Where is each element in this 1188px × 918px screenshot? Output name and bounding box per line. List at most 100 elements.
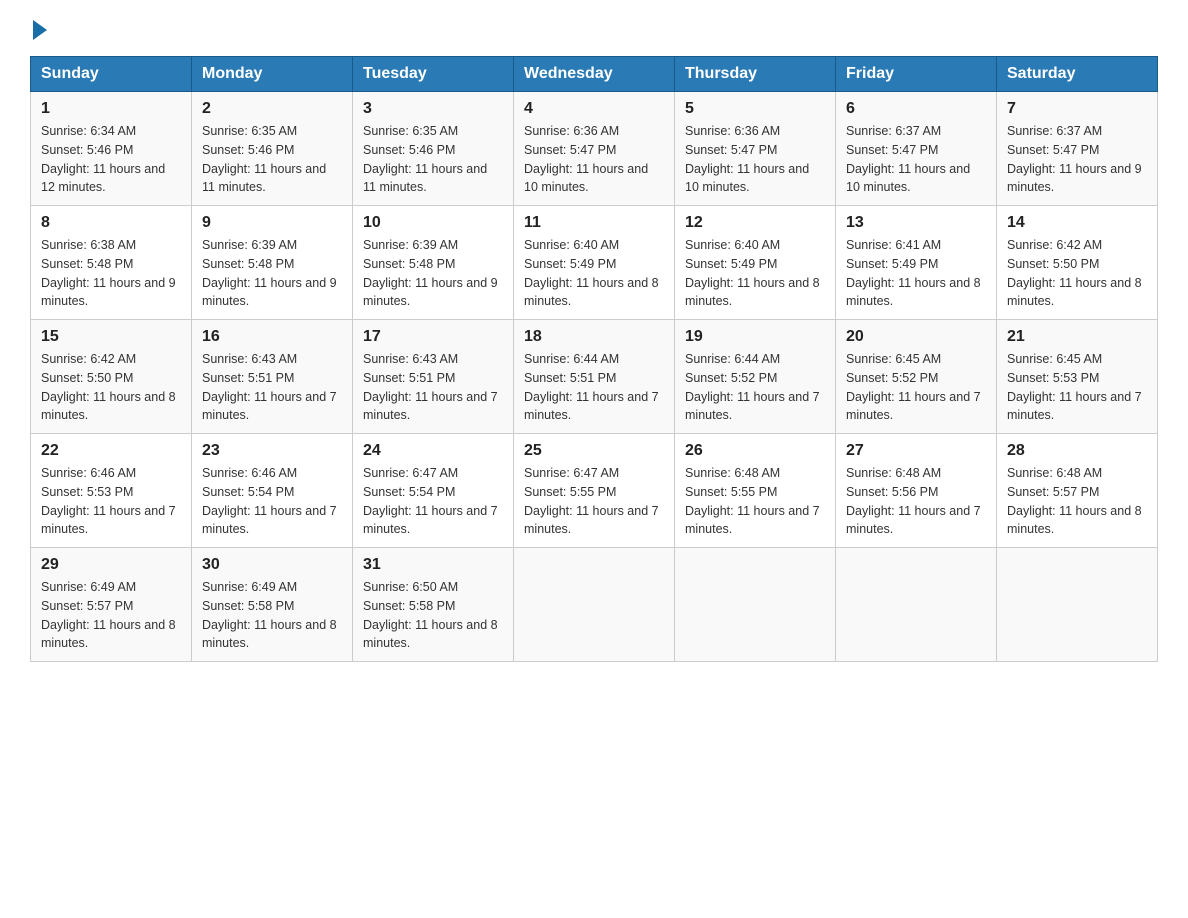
calendar-cell: 14 Sunrise: 6:42 AM Sunset: 5:50 PM Dayl… [997,206,1158,320]
calendar-cell: 13 Sunrise: 6:41 AM Sunset: 5:49 PM Dayl… [836,206,997,320]
day-number: 7 [1007,100,1147,118]
day-info: Sunrise: 6:40 AM Sunset: 5:49 PM Dayligh… [685,236,825,311]
calendar-cell: 16 Sunrise: 6:43 AM Sunset: 5:51 PM Dayl… [192,320,353,434]
calendar-cell: 11 Sunrise: 6:40 AM Sunset: 5:49 PM Dayl… [514,206,675,320]
day-info: Sunrise: 6:50 AM Sunset: 5:58 PM Dayligh… [363,578,503,653]
calendar-header-monday: Monday [192,57,353,92]
calendar-cell: 25 Sunrise: 6:47 AM Sunset: 5:55 PM Dayl… [514,434,675,548]
day-number: 31 [363,556,503,574]
day-info: Sunrise: 6:46 AM Sunset: 5:54 PM Dayligh… [202,464,342,539]
day-number: 26 [685,442,825,460]
calendar-cell: 7 Sunrise: 6:37 AM Sunset: 5:47 PM Dayli… [997,92,1158,206]
calendar-week-row: 1 Sunrise: 6:34 AM Sunset: 5:46 PM Dayli… [31,92,1158,206]
calendar-cell: 29 Sunrise: 6:49 AM Sunset: 5:57 PM Dayl… [31,548,192,662]
calendar-cell: 6 Sunrise: 6:37 AM Sunset: 5:47 PM Dayli… [836,92,997,206]
calendar-cell: 12 Sunrise: 6:40 AM Sunset: 5:49 PM Dayl… [675,206,836,320]
day-info: Sunrise: 6:48 AM Sunset: 5:56 PM Dayligh… [846,464,986,539]
day-info: Sunrise: 6:48 AM Sunset: 5:57 PM Dayligh… [1007,464,1147,539]
logo-arrow-icon [33,20,47,40]
calendar-cell: 31 Sunrise: 6:50 AM Sunset: 5:58 PM Dayl… [353,548,514,662]
day-info: Sunrise: 6:47 AM Sunset: 5:55 PM Dayligh… [524,464,664,539]
day-number: 19 [685,328,825,346]
day-info: Sunrise: 6:43 AM Sunset: 5:51 PM Dayligh… [363,350,503,425]
calendar-header-tuesday: Tuesday [353,57,514,92]
calendar-cell [997,548,1158,662]
day-info: Sunrise: 6:37 AM Sunset: 5:47 PM Dayligh… [846,122,986,197]
day-info: Sunrise: 6:36 AM Sunset: 5:47 PM Dayligh… [524,122,664,197]
calendar-week-row: 29 Sunrise: 6:49 AM Sunset: 5:57 PM Dayl… [31,548,1158,662]
day-info: Sunrise: 6:36 AM Sunset: 5:47 PM Dayligh… [685,122,825,197]
calendar-week-row: 8 Sunrise: 6:38 AM Sunset: 5:48 PM Dayli… [31,206,1158,320]
day-info: Sunrise: 6:49 AM Sunset: 5:58 PM Dayligh… [202,578,342,653]
day-info: Sunrise: 6:48 AM Sunset: 5:55 PM Dayligh… [685,464,825,539]
calendar-cell: 27 Sunrise: 6:48 AM Sunset: 5:56 PM Dayl… [836,434,997,548]
calendar-cell: 1 Sunrise: 6:34 AM Sunset: 5:46 PM Dayli… [31,92,192,206]
calendar-cell: 10 Sunrise: 6:39 AM Sunset: 5:48 PM Dayl… [353,206,514,320]
day-info: Sunrise: 6:42 AM Sunset: 5:50 PM Dayligh… [41,350,181,425]
day-number: 1 [41,100,181,118]
day-number: 29 [41,556,181,574]
day-number: 5 [685,100,825,118]
day-number: 21 [1007,328,1147,346]
page-header [30,20,1158,36]
day-number: 12 [685,214,825,232]
day-info: Sunrise: 6:37 AM Sunset: 5:47 PM Dayligh… [1007,122,1147,197]
calendar-cell: 24 Sunrise: 6:47 AM Sunset: 5:54 PM Dayl… [353,434,514,548]
day-number: 30 [202,556,342,574]
day-info: Sunrise: 6:35 AM Sunset: 5:46 PM Dayligh… [363,122,503,197]
calendar-cell: 15 Sunrise: 6:42 AM Sunset: 5:50 PM Dayl… [31,320,192,434]
day-info: Sunrise: 6:41 AM Sunset: 5:49 PM Dayligh… [846,236,986,311]
calendar-cell [514,548,675,662]
day-number: 28 [1007,442,1147,460]
day-number: 2 [202,100,342,118]
day-number: 24 [363,442,503,460]
calendar-week-row: 15 Sunrise: 6:42 AM Sunset: 5:50 PM Dayl… [31,320,1158,434]
day-info: Sunrise: 6:34 AM Sunset: 5:46 PM Dayligh… [41,122,181,197]
day-number: 27 [846,442,986,460]
calendar-table: SundayMondayTuesdayWednesdayThursdayFrid… [30,56,1158,662]
calendar-header-wednesday: Wednesday [514,57,675,92]
calendar-cell: 2 Sunrise: 6:35 AM Sunset: 5:46 PM Dayli… [192,92,353,206]
day-number: 13 [846,214,986,232]
day-info: Sunrise: 6:45 AM Sunset: 5:53 PM Dayligh… [1007,350,1147,425]
calendar-cell: 3 Sunrise: 6:35 AM Sunset: 5:46 PM Dayli… [353,92,514,206]
day-info: Sunrise: 6:47 AM Sunset: 5:54 PM Dayligh… [363,464,503,539]
day-info: Sunrise: 6:46 AM Sunset: 5:53 PM Dayligh… [41,464,181,539]
calendar-cell: 19 Sunrise: 6:44 AM Sunset: 5:52 PM Dayl… [675,320,836,434]
calendar-week-row: 22 Sunrise: 6:46 AM Sunset: 5:53 PM Dayl… [31,434,1158,548]
day-info: Sunrise: 6:44 AM Sunset: 5:52 PM Dayligh… [685,350,825,425]
calendar-cell: 17 Sunrise: 6:43 AM Sunset: 5:51 PM Dayl… [353,320,514,434]
calendar-header-thursday: Thursday [675,57,836,92]
day-number: 22 [41,442,181,460]
day-info: Sunrise: 6:39 AM Sunset: 5:48 PM Dayligh… [363,236,503,311]
calendar-header-sunday: Sunday [31,57,192,92]
calendar-header-row: SundayMondayTuesdayWednesdayThursdayFrid… [31,57,1158,92]
calendar-header-friday: Friday [836,57,997,92]
calendar-cell [675,548,836,662]
calendar-cell: 4 Sunrise: 6:36 AM Sunset: 5:47 PM Dayli… [514,92,675,206]
day-number: 15 [41,328,181,346]
day-info: Sunrise: 6:38 AM Sunset: 5:48 PM Dayligh… [41,236,181,311]
day-info: Sunrise: 6:43 AM Sunset: 5:51 PM Dayligh… [202,350,342,425]
day-info: Sunrise: 6:40 AM Sunset: 5:49 PM Dayligh… [524,236,664,311]
day-info: Sunrise: 6:42 AM Sunset: 5:50 PM Dayligh… [1007,236,1147,311]
calendar-cell: 21 Sunrise: 6:45 AM Sunset: 5:53 PM Dayl… [997,320,1158,434]
calendar-header-saturday: Saturday [997,57,1158,92]
day-number: 6 [846,100,986,118]
calendar-cell: 23 Sunrise: 6:46 AM Sunset: 5:54 PM Dayl… [192,434,353,548]
day-number: 18 [524,328,664,346]
calendar-cell: 20 Sunrise: 6:45 AM Sunset: 5:52 PM Dayl… [836,320,997,434]
day-info: Sunrise: 6:44 AM Sunset: 5:51 PM Dayligh… [524,350,664,425]
logo [30,20,50,36]
calendar-cell: 30 Sunrise: 6:49 AM Sunset: 5:58 PM Dayl… [192,548,353,662]
calendar-cell: 22 Sunrise: 6:46 AM Sunset: 5:53 PM Dayl… [31,434,192,548]
day-number: 10 [363,214,503,232]
day-number: 20 [846,328,986,346]
day-number: 11 [524,214,664,232]
calendar-cell: 28 Sunrise: 6:48 AM Sunset: 5:57 PM Dayl… [997,434,1158,548]
day-number: 8 [41,214,181,232]
day-number: 16 [202,328,342,346]
day-number: 23 [202,442,342,460]
day-number: 17 [363,328,503,346]
day-info: Sunrise: 6:35 AM Sunset: 5:46 PM Dayligh… [202,122,342,197]
